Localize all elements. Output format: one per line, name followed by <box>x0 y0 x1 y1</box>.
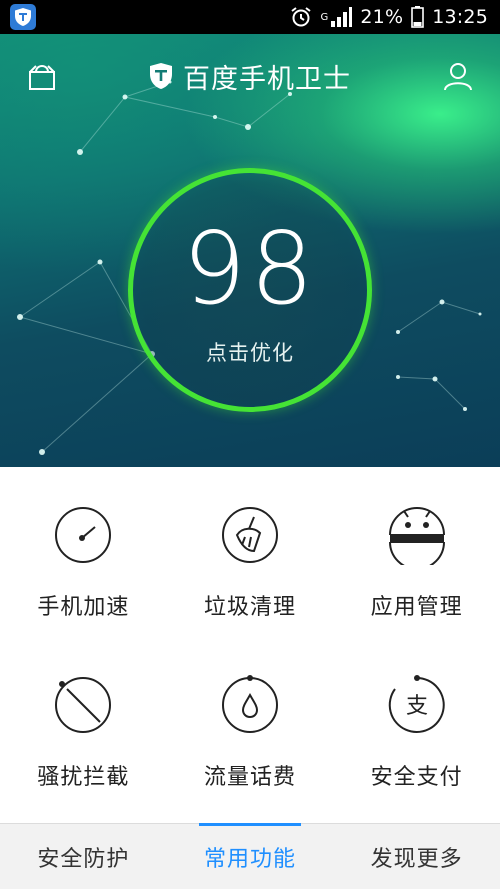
feature-label: 手机加速 <box>37 594 130 619</box>
svg-text:支: 支 <box>406 694 428 719</box>
bottom-tab-bar: 安全防护 常用功能 发现更多 <box>0 823 500 889</box>
broom-icon <box>221 507 278 563</box>
header-bar: 百度手机卫士 <box>0 48 500 104</box>
shopping-bag-icon <box>29 65 55 90</box>
clock: 13:25 <box>432 6 488 28</box>
feature-grid: 手机加速 垃圾清理 应用管理 骚扰拦截 流量话费 支 安全支付 <box>0 467 500 823</box>
droplet-icon <box>221 675 278 733</box>
battery-icon <box>411 6 425 28</box>
feature-secure-pay[interactable]: 支 安全支付 <box>333 675 500 845</box>
feature-phone-boost[interactable]: 手机加速 <box>0 505 167 675</box>
android-icon <box>388 507 445 565</box>
status-bar: G 21% 13:25 <box>0 0 500 34</box>
tab-common-functions[interactable]: 常用功能 <box>167 823 334 889</box>
optimize-score-button[interactable]: 98 点击优化 <box>128 168 372 412</box>
feature-app-manager[interactable]: 应用管理 <box>333 505 500 675</box>
feature-label: 垃圾清理 <box>203 594 296 619</box>
shop-button[interactable] <box>24 58 60 94</box>
tab-security[interactable]: 安全防护 <box>0 824 167 889</box>
feature-junk-clean[interactable]: 垃圾清理 <box>167 505 334 675</box>
feature-label: 流量话费 <box>203 764 296 789</box>
battery-percent: 21% <box>360 6 404 28</box>
user-icon <box>444 63 472 91</box>
shield-notification-icon <box>10 4 36 30</box>
app-brand: 百度手机卫士 <box>149 57 351 96</box>
profile-button[interactable] <box>440 58 476 94</box>
shield-logo-icon <box>150 63 172 89</box>
block-icon <box>55 677 112 733</box>
feature-label: 应用管理 <box>370 594 463 619</box>
tab-discover-more[interactable]: 发现更多 <box>333 824 500 889</box>
health-score: 98 <box>182 210 318 327</box>
hero-panel: 百度手机卫士 98 点击优化 <box>0 34 500 467</box>
page-title: 百度手机卫士 <box>183 63 351 94</box>
speedometer-icon <box>55 507 112 563</box>
optimize-label: 点击优化 <box>206 341 294 365</box>
feature-harass-block[interactable]: 骚扰拦截 <box>0 675 167 845</box>
feature-data-bill[interactable]: 流量话费 <box>167 675 334 845</box>
pay-icon: 支 <box>388 675 445 733</box>
feature-label: 安全支付 <box>370 764 463 789</box>
alarm-icon <box>291 7 312 27</box>
feature-label: 骚扰拦截 <box>37 764 130 789</box>
signal-icon <box>331 7 353 27</box>
network-type: G <box>320 12 329 23</box>
